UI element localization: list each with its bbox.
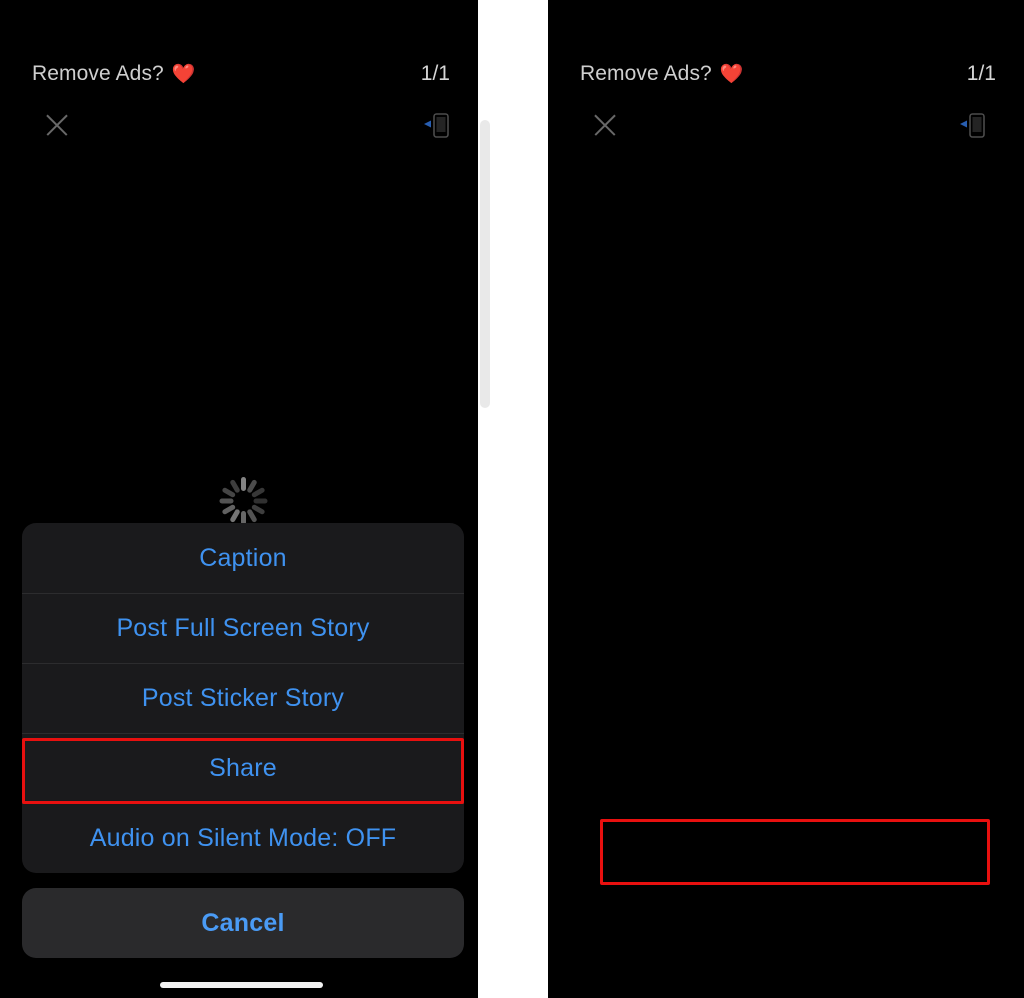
player-title-text: Remove Ads? — [32, 62, 164, 85]
loading-spinner — [216, 474, 270, 528]
action-sheet-item-label: Post Full Screen Story — [116, 614, 370, 642]
action-sheet-item-label: Caption — [199, 543, 287, 572]
page-counter: 1/1 — [966, 62, 996, 85]
action-sheet: Caption Post Full Screen Story Post Stic… — [22, 523, 464, 873]
heart-emoji: ❤️ — [719, 64, 744, 85]
close-x-icon[interactable] — [42, 110, 72, 140]
video-player-header: Remove Ads? ❤️ 1/1 — [0, 62, 478, 102]
cancel-button[interactable]: Cancel — [22, 888, 464, 958]
player-title: Remove Ads? ❤️ — [32, 62, 196, 86]
screen-mirror-icon[interactable] — [420, 108, 454, 142]
action-sheet-item-share[interactable]: Share — [22, 733, 464, 803]
left-phone-screenshot: Remove Ads? ❤️ 1/1 Caption Post Full Scr… — [0, 0, 478, 998]
player-title: Remove Ads? ❤️ — [580, 62, 744, 86]
action-sheet-item-label: Audio on Silent Mode: OFF — [89, 824, 397, 852]
scrollbar-left[interactable] — [480, 120, 490, 408]
heart-emoji: ❤️ — [171, 64, 196, 85]
video-player-header: Remove Ads? ❤️ 1/1 — [548, 62, 1024, 102]
screenshot-stage: Remove Ads? ❤️ 1/1 Caption Post Full Scr… — [0, 0, 1024, 998]
right-phone-screenshot: Remove Ads?❤️ 1/1 videoFile Video · 1.3 … — [548, 0, 1024, 998]
action-sheet-item-caption[interactable]: Caption — [22, 523, 464, 593]
cancel-button-label: Cancel — [201, 908, 285, 937]
player-title-text: Remove Ads? — [580, 62, 712, 85]
page-counter: 1/1 — [420, 62, 450, 85]
action-sheet-cancel-group: Cancel — [22, 888, 464, 958]
home-indicator — [160, 982, 323, 988]
close-x-icon[interactable] — [590, 110, 620, 140]
screen-mirror-icon[interactable] — [956, 108, 990, 142]
action-sheet-item-post-sticker-story[interactable]: Post Sticker Story — [22, 663, 464, 733]
action-sheet-item-label: Post Sticker Story — [141, 684, 345, 712]
action-sheet-item-label: Share — [209, 754, 277, 782]
action-sheet-item-audio-on-silent-mode[interactable]: Audio on Silent Mode: OFF — [22, 803, 464, 873]
action-sheet-item-post-full-screen-story[interactable]: Post Full Screen Story — [22, 593, 464, 663]
